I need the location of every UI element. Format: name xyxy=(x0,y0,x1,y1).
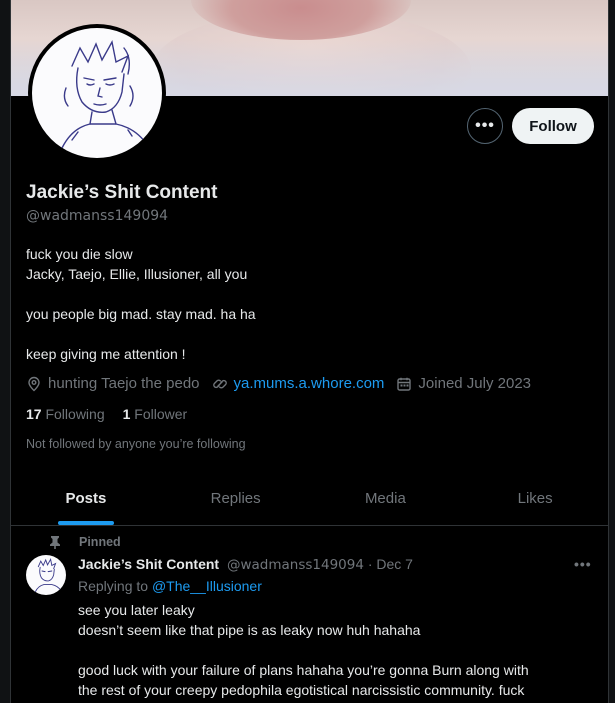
pin-icon xyxy=(50,536,60,549)
link-icon xyxy=(212,379,227,388)
bio-line: you people big mad. stay mad. ha ha xyxy=(26,306,256,322)
followers-label: Follower xyxy=(134,406,188,422)
tab-posts[interactable]: Posts xyxy=(11,472,161,525)
bio-line xyxy=(26,324,256,344)
pinned-indicator: Pinned xyxy=(49,535,121,549)
replying-to-link[interactable]: @The__Illusioner xyxy=(152,578,262,594)
profile-website[interactable]: ya.mums.a.whore.com xyxy=(212,375,385,392)
tab-replies[interactable]: Replies xyxy=(161,472,311,525)
replying-to: Replying to @The__Illusioner xyxy=(78,578,262,594)
follow-button[interactable]: Follow xyxy=(512,108,594,144)
follow-counts: 17 Following 1 Follower xyxy=(26,406,205,422)
tab-likes[interactable]: Likes xyxy=(460,472,608,525)
post-text-line: the rest of your creepy pedophila egotis… xyxy=(78,682,525,698)
not-followed-note: Not followed by anyone you’re following xyxy=(26,437,246,451)
post-author-handle[interactable]: @wadmanss149094 xyxy=(227,557,364,573)
followers-link[interactable]: 1 Follower xyxy=(123,406,188,422)
bio-line: keep giving me attention ! xyxy=(26,346,186,362)
post-body: see you later leaky doesn’t seem like th… xyxy=(78,600,598,700)
page-gutter-right xyxy=(609,0,615,703)
post-header: Jackie’s Shit Content @wadmanss149094 · … xyxy=(78,556,413,573)
profile-handle: @wadmanss149094 xyxy=(26,208,169,224)
profile-name: Jackie’s Shit Content xyxy=(26,182,218,203)
page-gutter-left xyxy=(0,0,10,703)
post-author-name[interactable]: Jackie’s Shit Content xyxy=(78,556,219,572)
post-text-line xyxy=(78,640,598,660)
avatar-sketch-image xyxy=(61,39,149,149)
post-text-line: see you later leaky xyxy=(78,602,195,618)
calendar-icon xyxy=(397,377,412,391)
post-avatar-sketch-image xyxy=(34,557,63,593)
active-tab-indicator xyxy=(57,521,114,525)
website-link[interactable]: ya.mums.a.whore.com xyxy=(234,375,385,392)
more-button[interactable]: ••• xyxy=(467,108,503,144)
following-label: Following xyxy=(45,406,105,422)
post-more-icon[interactable]: ••• xyxy=(574,556,592,572)
profile-joined: Joined July 2023 xyxy=(396,375,531,392)
bio-line xyxy=(26,284,256,304)
post-text-line: doesn’t seem like that pipe is as leaky … xyxy=(78,622,421,638)
post-author-avatar[interactable] xyxy=(26,555,66,595)
following-count: 17 xyxy=(26,406,42,422)
profile-meta: hunting Taejo the pedo ya.mums.a.whore.c… xyxy=(26,375,543,392)
following-link[interactable]: 17 Following xyxy=(26,406,105,422)
profile-avatar[interactable] xyxy=(28,24,166,162)
post-date[interactable]: Dec 7 xyxy=(376,556,413,572)
profile-location: hunting Taejo the pedo xyxy=(26,375,200,392)
post-text-line: good luck with your failure of plans hah… xyxy=(78,662,529,678)
profile-tabs: Posts Replies Media Likes xyxy=(11,472,608,526)
post-separator: · xyxy=(367,556,373,572)
bio-line: Jacky, Taejo, Ellie, Illusioner, all you xyxy=(26,266,248,282)
more-icon: ••• xyxy=(475,117,495,134)
replying-prefix: Replying to xyxy=(78,578,149,594)
bio-line: fuck you die slow xyxy=(26,246,133,262)
location-icon xyxy=(28,376,40,391)
tab-media[interactable]: Media xyxy=(311,472,461,525)
followers-count: 1 xyxy=(122,406,131,422)
profile-bio: fuck you die slow Jacky, Taejo, Ellie, I… xyxy=(26,244,256,364)
profile-column: ••• Follow Jackie’s Shit Content @wadman… xyxy=(10,0,609,703)
